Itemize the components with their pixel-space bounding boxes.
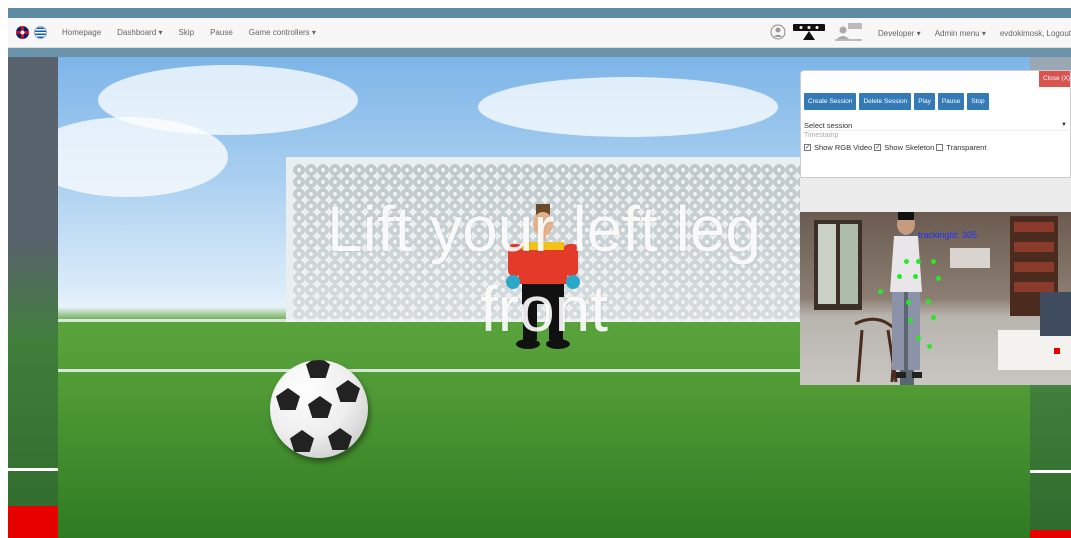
tracking-id-label: trackingId: 305 (918, 230, 978, 240)
stop-button[interactable]: Stop (967, 93, 989, 110)
rgb-video-feed: trackingId: 305 (800, 178, 1071, 385)
nav-dashboard-dropdown[interactable]: Dashboard ▾ (117, 28, 162, 37)
nav-homepage[interactable]: Homepage (62, 28, 101, 37)
skeleton-joint (916, 336, 921, 341)
show-rgb-video-label: Show RGB Video (814, 143, 873, 152)
left-white-line (8, 468, 58, 471)
play-button[interactable]: Play (914, 93, 935, 110)
user-circle-icon[interactable] (770, 24, 786, 42)
right-red-block (1030, 530, 1071, 538)
top-stripe (8, 8, 1071, 18)
delete-session-button[interactable]: Delete Session (859, 93, 912, 110)
skeleton-joint (926, 299, 931, 304)
transparent-checkbox[interactable] (936, 144, 944, 151)
skeleton-joint (931, 259, 936, 264)
session-select-value: Select session (804, 121, 853, 130)
chevron-down-icon: ▼ (1061, 122, 1067, 128)
nav-developer-dropdown[interactable]: Developer ▾ (878, 29, 921, 38)
create-session-button[interactable]: Create Session (804, 93, 857, 110)
nav-user-logout[interactable]: evdokimosk, Logout (1000, 29, 1071, 38)
soccer-ball[interactable] (270, 360, 368, 458)
timestamp-label: Timestamp (804, 132, 839, 139)
transparent-label: Transparent (946, 143, 987, 152)
left-red-block (8, 506, 58, 538)
pause-button[interactable]: Pause (937, 93, 965, 110)
nav-game-controllers-dropdown[interactable]: Game controllers ▾ (249, 28, 316, 37)
show-skeleton-label: Show Skeleton (884, 143, 935, 152)
skeleton-joint (878, 289, 883, 294)
header-stripe (8, 48, 1071, 57)
nav-admin-menu-dropdown[interactable]: Admin menu ▾ (935, 29, 986, 38)
session-control-panel: Close (X) Create Session Delete Session … (800, 70, 1071, 178)
app-root: Homepage Dashboard ▾ Skip Pause Game con… (0, 0, 1071, 538)
skeleton-joint (897, 274, 902, 279)
close-button[interactable]: Close (X) (1039, 71, 1070, 87)
uk-flag-icon[interactable] (16, 26, 29, 39)
left-side-strip (8, 57, 58, 538)
skeleton-joint (913, 274, 918, 279)
navbar-right: Developer ▾ Admin menu ▾ evdokimosk, Log… (770, 18, 1071, 48)
greece-flag-icon[interactable] (34, 26, 47, 39)
cloud (478, 77, 778, 137)
display-options: ✓ Show RGB Video ✓ Show Skeleton Transpa… (804, 143, 986, 152)
skeleton-joint (908, 318, 913, 323)
skeleton-joint (904, 259, 909, 264)
session-button-row: Create Session Delete Session Play Pause… (804, 93, 989, 110)
show-rgb-video-checkbox[interactable]: ✓ (804, 144, 811, 151)
skeleton-joint (927, 344, 932, 349)
right-white-line (1030, 470, 1071, 473)
session-select[interactable]: Select session ▼ (804, 120, 1069, 131)
skeleton-joint (931, 315, 936, 320)
nav-skip[interactable]: Skip (179, 28, 195, 37)
skeleton-joint (906, 300, 911, 305)
nav-pause[interactable]: Pause (210, 28, 233, 37)
kinect-sensor-icon[interactable] (792, 22, 826, 44)
skeleton-joint (916, 259, 921, 264)
skeleton-joint (936, 276, 941, 281)
person-desk-icon[interactable] (834, 22, 864, 44)
navbar: Homepage Dashboard ▾ Skip Pause Game con… (8, 18, 1071, 48)
show-skeleton-checkbox[interactable]: ✓ (874, 144, 882, 151)
